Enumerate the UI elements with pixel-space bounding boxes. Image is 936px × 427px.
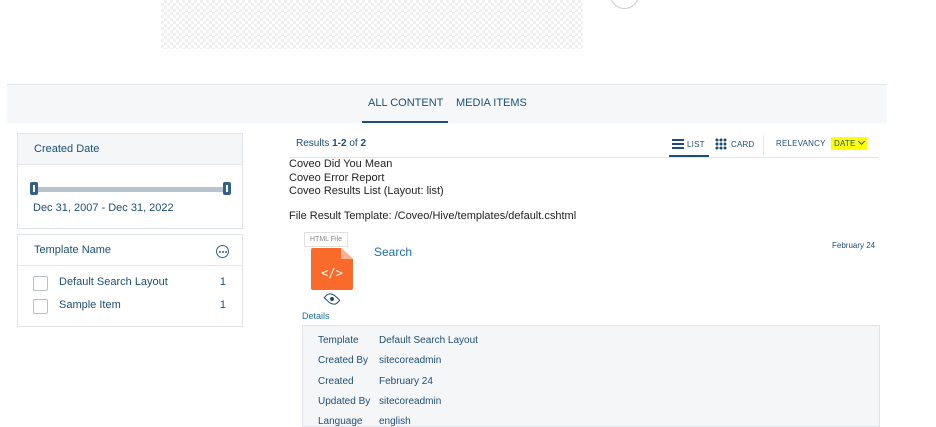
date-slider-end-handle[interactable] [223,182,231,195]
date-slider-track[interactable] [32,187,229,192]
facet-value[interactable]: Sample Item 1 [33,298,226,314]
chevron-down-icon [857,137,865,146]
detail-value: sitecoreadmin [379,396,442,407]
avatar[interactable] [610,0,639,9]
tab-media-items[interactable]: MEDIA ITEMS [456,97,527,109]
tab-all-content[interactable]: ALL CONTENT [368,97,443,109]
facet-value-count: 1 [219,299,226,311]
file-template-path: File Result Template: /Coveo/Hive/templa… [289,210,577,222]
code-icon: </> [321,266,343,280]
facet-value-label: Sample Item [59,299,121,311]
results-header: Results 1-2 of 2 LIST CARD RELEVANCY DAT… [289,133,879,158]
debug-line: Coveo Error Report [289,172,385,184]
debug-line: Coveo Results List (Layout: list) [289,185,444,197]
facet-value-label: Default Search Layout [59,276,168,288]
result-title-link[interactable]: Search [374,245,412,259]
sort-date[interactable]: DATE [831,137,867,150]
active-tab-indicator [362,121,448,123]
date-range-label: Dec 31, 2007 - Dec 31, 2022 [33,202,174,214]
facet-value[interactable]: Default Search Layout 1 [33,275,226,291]
layout-card-button[interactable]: CARD [713,134,757,155]
detail-key: Created By [318,355,369,366]
tabs-bar: ALL CONTENT MEDIA ITEMS [7,84,887,123]
eye-pupil [330,297,334,301]
detail-key: Created [318,376,354,387]
sort-relevancy[interactable]: RELEVANCY [776,139,826,148]
detail-value: sitecoreadmin [379,355,442,366]
detail-value: February 24 [379,376,433,387]
image-placeholder [161,0,583,49]
detail-key: Updated By [318,396,371,407]
more-options-icon[interactable] [216,245,229,258]
facet-created-date: Created Date Dec 31, 2007 - Dec 31, 2022 [17,133,243,229]
debug-line: Coveo Did You Mean [289,158,393,170]
facet-header: Created Date [18,134,242,165]
details-panel: Template Default Search Layout Created B… [302,325,880,427]
facet-value-count: 1 [219,276,226,288]
checkbox[interactable] [33,299,48,314]
file-type-label: HTML File [304,232,348,247]
facet-title: Created Date [34,143,100,155]
grid-icon [715,138,727,150]
checkbox[interactable] [33,276,48,291]
facet-title: Template Name [34,244,112,256]
facet-template-name: Template Name Default Search Layout 1 Sa… [17,234,243,327]
detail-value: Default Search Layout [379,335,478,346]
facet-header: Template Name [18,235,242,266]
details-link[interactable]: Details [302,311,330,321]
date-slider-start-handle[interactable] [30,182,38,195]
layout-list-button[interactable]: LIST [669,134,709,157]
divider [763,135,764,155]
result-date: February 24 [832,241,876,250]
detail-key: Template [318,335,359,346]
list-icon [672,139,684,149]
results-summary: Results 1-2 of 2 [296,138,367,149]
